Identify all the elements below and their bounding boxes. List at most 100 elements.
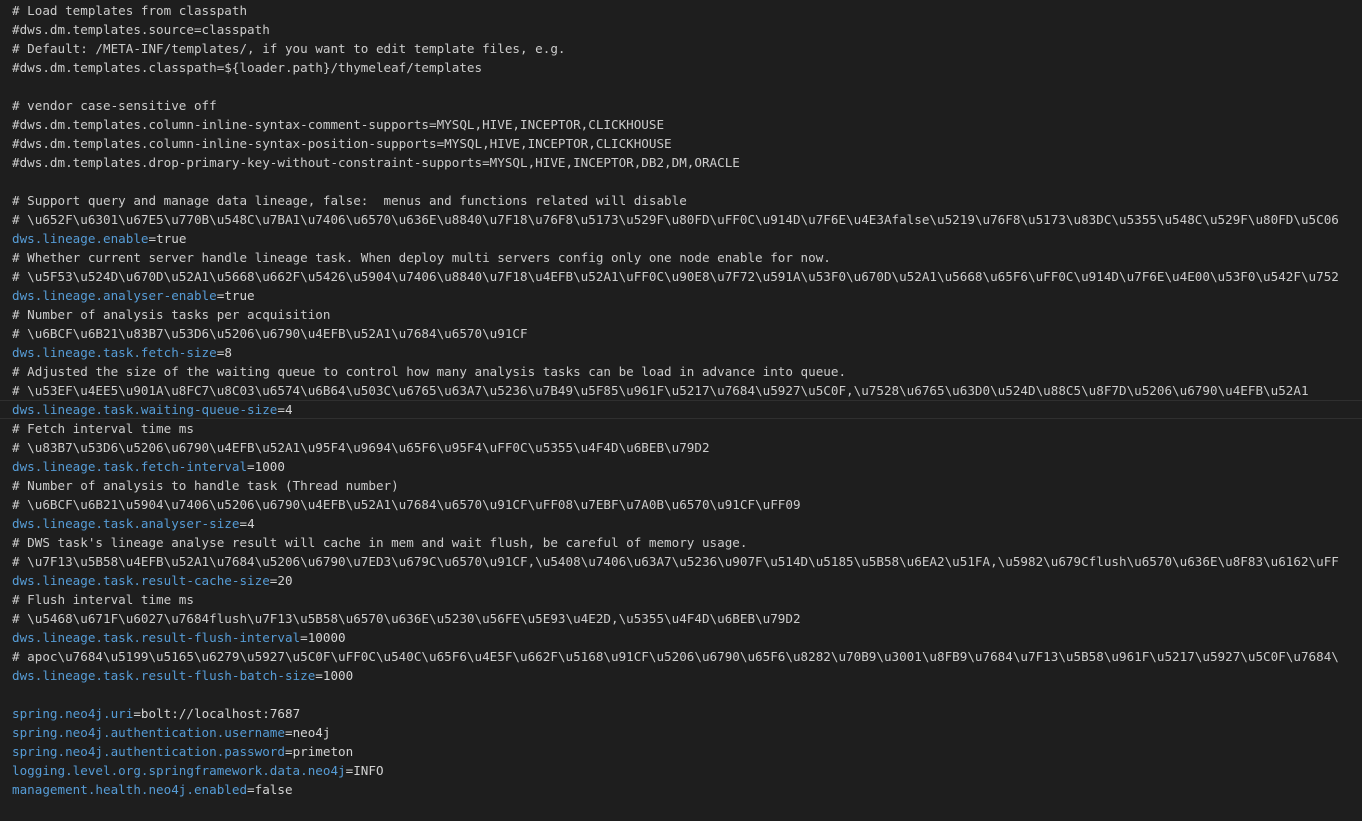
equals-sign: = bbox=[133, 706, 141, 721]
comment-line[interactable]: # \u5468\u671F\u6027\u7684flush\u7F13\u5… bbox=[12, 609, 1362, 628]
comment-line[interactable]: # Whether current server handle lineage … bbox=[12, 248, 1362, 267]
comment-text: #dws.dm.templates.drop-primary-key-witho… bbox=[12, 155, 740, 170]
comment-text: # Load templates from classpath bbox=[12, 3, 248, 18]
comment-text: # \u53EF\u4EE5\u901A\u8FC7\u8C03\u6574\u… bbox=[12, 383, 1309, 398]
comment-text: # apoc\u7684\u5199\u5165\u6279\u5927\u5C… bbox=[12, 649, 1339, 664]
property-line[interactable]: dws.lineage.task.fetch-size=8 bbox=[12, 343, 1362, 362]
comment-line[interactable]: # Support query and manage data lineage,… bbox=[12, 191, 1362, 210]
property-value: true bbox=[224, 288, 255, 303]
property-line[interactable]: dws.lineage.task.result-cache-size=20 bbox=[12, 571, 1362, 590]
equals-sign: = bbox=[300, 630, 308, 645]
property-line[interactable]: dws.lineage.task.waiting-queue-size=4 bbox=[0, 400, 1362, 419]
comment-line[interactable]: #dws.dm.templates.column-inline-syntax-p… bbox=[12, 134, 1362, 153]
property-value: 1000 bbox=[254, 459, 285, 474]
comment-line[interactable]: # apoc\u7684\u5199\u5165\u6279\u5927\u5C… bbox=[12, 647, 1362, 666]
comment-text: #dws.dm.templates.column-inline-syntax-p… bbox=[12, 136, 672, 151]
property-line[interactable]: dws.lineage.task.analyser-size=4 bbox=[12, 514, 1362, 533]
comment-line[interactable]: # Default: /META-INF/templates/, if you … bbox=[12, 39, 1362, 58]
property-key: spring.neo4j.authentication.password bbox=[12, 744, 285, 759]
property-value: 8 bbox=[224, 345, 232, 360]
property-key: dws.lineage.task.analyser-size bbox=[12, 516, 240, 531]
comment-text: # \u7F13\u5B58\u4EFB\u52A1\u7684\u5206\u… bbox=[12, 554, 1339, 569]
property-value: 4 bbox=[284, 402, 293, 417]
equals-sign: = bbox=[277, 402, 285, 417]
comment-text: # Support query and manage data lineage,… bbox=[12, 193, 687, 208]
comment-text: # Default: /META-INF/templates/, if you … bbox=[12, 41, 566, 56]
comment-text: # DWS task's lineage analyse result will… bbox=[12, 535, 748, 550]
code-editor[interactable]: # Load templates from classpath #dws.dm.t… bbox=[0, 0, 1362, 821]
comment-line[interactable]: # \u652F\u6301\u67E5\u770B\u548C\u7BA1\u… bbox=[12, 210, 1362, 229]
equals-sign: = bbox=[239, 516, 248, 531]
comment-line[interactable]: # \u53EF\u4EE5\u901A\u8FC7\u8C03\u6574\u… bbox=[12, 381, 1362, 400]
property-value: primeton bbox=[292, 744, 354, 759]
property-line[interactable]: dws.lineage.analyser-enable=true bbox=[12, 286, 1362, 305]
equals-sign: = bbox=[247, 459, 255, 474]
comment-text: #dws.dm.templates.column-inline-syntax-c… bbox=[12, 117, 665, 132]
comment-text: # Number of analysis to handle task (Thr… bbox=[12, 478, 399, 493]
comment-line[interactable]: # \u6BCF\u6B21\u5904\u7406\u5206\u6790\u… bbox=[12, 495, 1362, 514]
property-key: logging.level.org.springframework.data.n… bbox=[12, 763, 346, 778]
equals-sign: = bbox=[284, 725, 293, 740]
comment-line[interactable]: # Number of analysis tasks per acquisiti… bbox=[12, 305, 1362, 324]
property-line[interactable]: spring.neo4j.authentication.password=pri… bbox=[12, 742, 1362, 761]
property-key: spring.neo4j.uri bbox=[12, 706, 134, 721]
property-line[interactable]: logging.level.org.springframework.data.n… bbox=[12, 761, 1362, 780]
property-line[interactable]: spring.neo4j.uri=bolt://localhost:7687 bbox=[12, 704, 1362, 723]
property-line[interactable]: dws.lineage.task.result-flush-interval=1… bbox=[12, 628, 1362, 647]
property-key: dws.lineage.task.result-cache-size bbox=[12, 573, 270, 588]
property-value: 20 bbox=[277, 573, 293, 588]
property-key: dws.lineage.task.fetch-interval bbox=[12, 459, 248, 474]
comment-text: # Fetch interval time ms bbox=[12, 421, 194, 436]
comment-text: # Flush interval time ms bbox=[12, 592, 194, 607]
property-key: dws.lineage.task.fetch-size bbox=[12, 345, 217, 360]
comment-text: # vendor case-sensitive off bbox=[12, 98, 217, 113]
equals-sign: = bbox=[284, 744, 293, 759]
comment-line[interactable]: # Load templates from classpath bbox=[12, 1, 1362, 20]
blank-line[interactable] bbox=[12, 77, 1362, 96]
property-key: dws.lineage.task.result-flush-batch-size bbox=[12, 668, 316, 683]
comment-line[interactable]: # \u5F53\u524D\u670D\u52A1\u5668\u662F\u… bbox=[12, 267, 1362, 286]
comment-line[interactable]: # DWS task's lineage analyse result will… bbox=[12, 533, 1362, 552]
property-key: spring.neo4j.authentication.username bbox=[12, 725, 285, 740]
property-value: 4 bbox=[247, 516, 255, 531]
comment-text: # \u652F\u6301\u67E5\u770B\u548C\u7BA1\u… bbox=[12, 212, 1339, 227]
equals-sign: = bbox=[148, 231, 157, 246]
comment-line[interactable]: # vendor case-sensitive off bbox=[12, 96, 1362, 115]
comment-text: # \u83B7\u53D6\u5206\u6790\u4EFB\u52A1\u… bbox=[12, 440, 710, 455]
comment-line[interactable]: #dws.dm.templates.column-inline-syntax-c… bbox=[12, 115, 1362, 134]
property-key: dws.lineage.enable bbox=[12, 231, 149, 246]
equals-sign: = bbox=[247, 782, 255, 797]
comment-text: # Adjusted the size of the waiting queue… bbox=[12, 364, 847, 379]
blank-line[interactable] bbox=[12, 172, 1362, 191]
comment-text: # \u5468\u671F\u6027\u7684flush\u7F13\u5… bbox=[12, 611, 801, 626]
property-value: 10000 bbox=[307, 630, 346, 645]
comment-line[interactable]: # \u7F13\u5B58\u4EFB\u52A1\u7684\u5206\u… bbox=[12, 552, 1362, 571]
comment-line[interactable]: #dws.dm.templates.source=classpath bbox=[12, 20, 1362, 39]
comment-text: # Whether current server handle lineage … bbox=[12, 250, 831, 265]
comment-text: # \u6BCF\u6B21\u5904\u7406\u5206\u6790\u… bbox=[12, 497, 801, 512]
equals-sign: = bbox=[315, 668, 323, 683]
property-line[interactable]: dws.lineage.task.fetch-interval=1000 bbox=[12, 457, 1362, 476]
comment-line[interactable]: # Flush interval time ms bbox=[12, 590, 1362, 609]
property-line[interactable]: dws.lineage.enable=true bbox=[12, 229, 1362, 248]
property-value: neo4j bbox=[292, 725, 331, 740]
comment-line[interactable]: #dws.dm.templates.classpath=${loader.pat… bbox=[12, 58, 1362, 77]
property-line[interactable]: management.health.neo4j.enabled=false bbox=[12, 780, 1362, 799]
comment-line[interactable]: # \u6BCF\u6B21\u83B7\u53D6\u5206\u6790\u… bbox=[12, 324, 1362, 343]
comment-line[interactable]: #dws.dm.templates.drop-primary-key-witho… bbox=[12, 153, 1362, 172]
editor-lines[interactable]: # Load templates from classpath #dws.dm.t… bbox=[0, 1, 1362, 799]
comment-line[interactable]: # Fetch interval time ms bbox=[12, 419, 1362, 438]
comment-text: # \u5F53\u524D\u670D\u52A1\u5668\u662F\u… bbox=[12, 269, 1339, 284]
comment-line[interactable]: # Number of analysis to handle task (Thr… bbox=[12, 476, 1362, 495]
blank-line[interactable] bbox=[12, 685, 1362, 704]
property-value: false bbox=[254, 782, 293, 797]
comment-line[interactable]: # \u83B7\u53D6\u5206\u6790\u4EFB\u52A1\u… bbox=[12, 438, 1362, 457]
property-value: true bbox=[156, 231, 187, 246]
property-line[interactable]: spring.neo4j.authentication.username=neo… bbox=[12, 723, 1362, 742]
property-line[interactable]: dws.lineage.task.result-flush-batch-size… bbox=[12, 666, 1362, 685]
comment-text: # Number of analysis tasks per acquisiti… bbox=[12, 307, 331, 322]
property-key: management.health.neo4j.enabled bbox=[12, 782, 248, 797]
property-value: INFO bbox=[353, 763, 384, 778]
property-value: 1000 bbox=[322, 668, 354, 683]
comment-line[interactable]: # Adjusted the size of the waiting queue… bbox=[12, 362, 1362, 381]
